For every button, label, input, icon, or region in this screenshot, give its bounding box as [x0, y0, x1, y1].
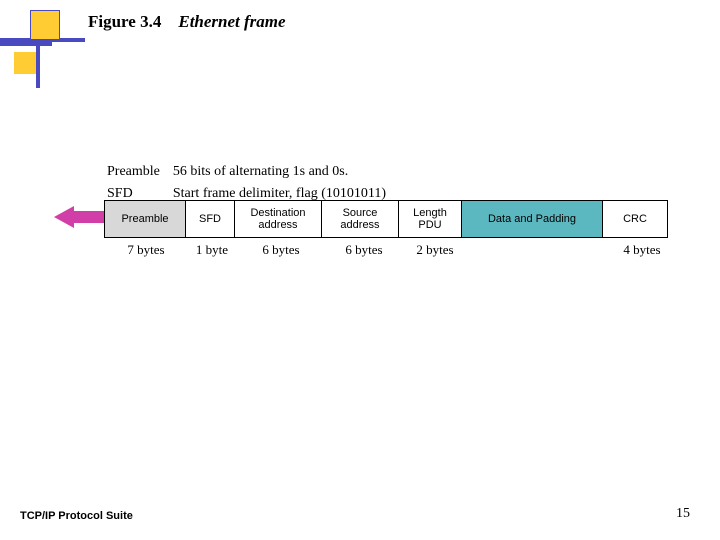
header-square-icon — [30, 10, 60, 40]
def-term: Preamble — [106, 162, 170, 182]
frame-field: Sourceaddress — [322, 201, 399, 238]
figure-caption: Ethernet frame — [178, 12, 285, 31]
frame-field: CRC — [603, 201, 668, 238]
frame-field-size: 6 bytes — [238, 242, 324, 258]
frame-field-size: 6 bytes — [326, 242, 402, 258]
ethernet-frame-diagram: PreambleSFDDestinationaddressSourceaddre… — [104, 200, 668, 238]
header-rule-short — [0, 42, 52, 46]
field-sizes-row: 7 bytes1 byte6 bytes6 bytes2 bytes4 byte… — [104, 240, 676, 260]
frame-field-size — [468, 242, 608, 258]
frame-field-size: 7 bytes — [106, 242, 186, 258]
direction-arrow-icon — [54, 206, 110, 228]
figure-number: Figure 3.4 — [88, 12, 161, 31]
frame-field-size: 4 bytes — [610, 242, 674, 258]
frame-field: SFD — [186, 201, 235, 238]
figure-title: Figure 3.4 Ethernet frame — [88, 12, 286, 32]
frame-field: LengthPDU — [399, 201, 462, 238]
footer-source: TCP/IP Protocol Suite — [20, 510, 133, 522]
slide: Figure 3.4 Ethernet frame Preamble56 bit… — [0, 0, 720, 540]
frame-field-size: 1 byte — [188, 242, 236, 258]
frame-field: Preamble — [105, 201, 186, 238]
frame-field-size: 2 bytes — [404, 242, 466, 258]
page-number: 15 — [676, 506, 690, 522]
header-square-small-icon — [14, 52, 36, 74]
frame-field: Destinationaddress — [235, 201, 322, 238]
frame-field: Data and Padding — [462, 201, 603, 238]
def-desc: 56 bits of alternating 1s and 0s. — [172, 162, 396, 182]
header-vertical-rule — [36, 38, 40, 88]
